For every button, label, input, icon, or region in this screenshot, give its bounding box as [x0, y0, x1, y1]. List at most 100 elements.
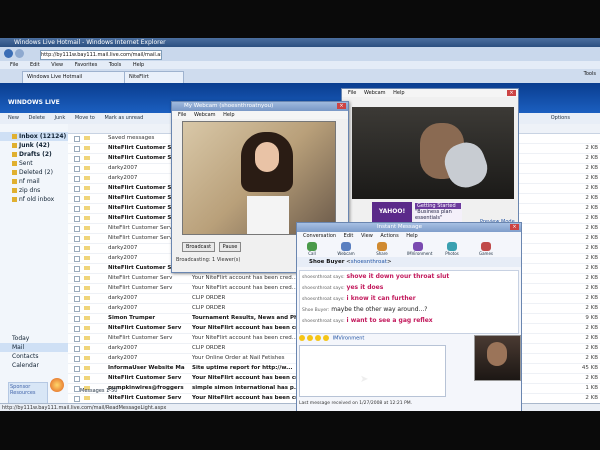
menu-edit[interactable]: Edit [30, 62, 40, 68]
imvironment-icon[interactable] [413, 242, 423, 251]
row-checkbox[interactable] [74, 336, 80, 342]
row-checkbox[interactable] [74, 146, 80, 152]
address-bar[interactable]: http://by111w.bay111.mail.live.com/mail/… [40, 50, 162, 60]
sponsor-box[interactable]: Sponsor Resources [8, 382, 48, 404]
menu-webcam[interactable]: Webcam [194, 112, 216, 118]
nav-calendar[interactable]: Calendar [0, 361, 68, 370]
back-icon[interactable] [4, 49, 13, 58]
folder-nf-mail[interactable]: nf mail [0, 177, 68, 186]
envelope-icon [84, 376, 90, 380]
tab-hotmail[interactable]: Windows Live Hotmail [22, 71, 132, 83]
row-checkbox[interactable] [74, 156, 80, 162]
menu-conversation[interactable]: Conversation [303, 233, 336, 239]
junk-button[interactable]: Junk [55, 115, 66, 121]
row-checkbox[interactable] [74, 276, 80, 282]
message-size: 2 KB [585, 195, 598, 201]
folder-sent[interactable]: Sent [0, 159, 68, 168]
row-checkbox[interactable] [74, 246, 80, 252]
row-checkbox[interactable] [74, 396, 80, 402]
envelope-icon [84, 346, 90, 350]
menu-webcam[interactable]: Webcam [364, 90, 386, 96]
row-checkbox[interactable] [74, 316, 80, 322]
row-checkbox[interactable] [74, 346, 80, 352]
menu-file[interactable]: File [178, 112, 186, 118]
new-button[interactable]: New [8, 115, 19, 121]
row-checkbox[interactable] [74, 306, 80, 312]
row-checkbox[interactable] [74, 376, 80, 382]
row-checkbox[interactable] [74, 176, 80, 182]
options-button[interactable]: Options [551, 113, 570, 124]
row-checkbox[interactable] [74, 216, 80, 222]
close-icon[interactable]: × [507, 90, 516, 96]
message-size: 2 KB [585, 255, 598, 261]
row-checkbox[interactable] [74, 366, 80, 372]
menu-favorites[interactable]: Favorites [75, 62, 98, 68]
menu-file[interactable]: File [348, 90, 356, 96]
menu-actions[interactable]: Actions [380, 233, 398, 239]
row-checkbox[interactable] [74, 266, 80, 272]
row-checkbox[interactable] [74, 326, 80, 332]
close-icon[interactable]: × [337, 103, 346, 109]
message-input[interactable] [299, 345, 446, 397]
pause-button[interactable]: Pause [218, 242, 242, 252]
friend-webcam-window[interactable]: File Webcam Help × YAHOO! Getting Starte… [341, 88, 519, 230]
audible-icon[interactable] [307, 335, 313, 341]
folder-nf-old-inbox[interactable]: nf old inbox [0, 195, 68, 204]
tools-button[interactable]: Tools [584, 71, 596, 77]
row-checkbox[interactable] [74, 186, 80, 192]
delete-button[interactable]: Delete [29, 115, 45, 121]
list-pager[interactable]: Messages 1-50 [80, 388, 117, 394]
row-checkbox[interactable] [74, 136, 80, 142]
call-icon[interactable] [307, 242, 317, 251]
webcam-icon[interactable] [341, 242, 351, 251]
ad-box[interactable]: Getting Started "Business plan essential… [414, 202, 462, 222]
broadcast-button[interactable]: Broadcast [182, 242, 216, 252]
games-label: Games [479, 251, 493, 256]
row-checkbox[interactable] [74, 196, 80, 202]
row-checkbox[interactable] [74, 286, 80, 292]
menu-help[interactable]: Help [223, 112, 234, 118]
menu-file[interactable]: File [10, 62, 18, 68]
menu-help[interactable]: Help [393, 90, 404, 96]
nav-contacts[interactable]: Contacts [0, 352, 68, 361]
row-checkbox[interactable] [74, 166, 80, 172]
im-window[interactable]: Instant Message × Conversation Edit View … [296, 222, 522, 411]
imvironment-link[interactable]: IMVironment [333, 336, 365, 342]
share-icon[interactable] [377, 242, 387, 251]
row-checkbox[interactable] [74, 206, 80, 212]
row-checkbox[interactable] [74, 296, 80, 302]
folder-zip-dns[interactable]: zip dns [0, 186, 68, 195]
buddy-display-image [474, 335, 521, 381]
row-checkbox[interactable] [74, 226, 80, 232]
folder-deleted[interactable]: Deleted (2) [0, 168, 68, 177]
menu-help[interactable]: Help [406, 233, 417, 239]
smiley-icon[interactable] [299, 335, 305, 341]
folder-drafts[interactable]: Drafts (2) [0, 150, 68, 159]
row-checkbox[interactable] [74, 256, 80, 262]
tab-niteflirt[interactable]: NiteFlirt [124, 71, 184, 83]
italic-icon[interactable] [323, 335, 329, 341]
menu-edit[interactable]: Edit [344, 233, 354, 239]
envelope-icon [84, 206, 90, 210]
forward-icon[interactable] [15, 49, 24, 58]
envelope-icon [84, 156, 90, 160]
row-checkbox[interactable] [74, 356, 80, 362]
message-text: i know it can further [346, 295, 416, 302]
menu-view[interactable]: View [361, 233, 373, 239]
row-checkbox[interactable] [74, 236, 80, 242]
mark-unread-button[interactable]: Mark as unread [104, 115, 143, 121]
photos-icon[interactable] [447, 242, 457, 251]
bold-icon[interactable] [315, 335, 321, 341]
menu-help[interactable]: Help [133, 62, 144, 68]
move-to-button[interactable]: Move to [75, 115, 95, 121]
call-label: Call [308, 251, 316, 256]
nav-today[interactable]: Today [0, 334, 68, 343]
menu-view[interactable]: View [51, 62, 63, 68]
close-icon[interactable]: × [510, 224, 519, 230]
folder-inbox[interactable]: Inbox (12124) [0, 132, 68, 141]
recipient-id[interactable]: shoesnthroat [351, 259, 387, 265]
games-icon[interactable] [481, 242, 491, 251]
menu-tools[interactable]: Tools [109, 62, 121, 68]
nav-mail[interactable]: Mail [0, 343, 68, 352]
folder-junk[interactable]: Junk (42) [0, 141, 68, 150]
